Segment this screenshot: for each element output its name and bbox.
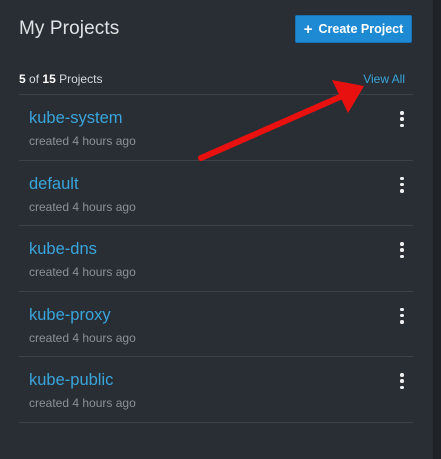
kebab-menu-icon[interactable] (397, 176, 407, 193)
project-created-time: created 4 hours ago (29, 199, 136, 214)
project-name-link[interactable]: kube-system (29, 109, 123, 128)
panel-edge (434, 0, 441, 459)
total-count: 15 (42, 72, 56, 86)
projects-panel: My Projects + Create Project 5 of 15 Pro… (0, 0, 434, 459)
project-created-time: created 4 hours ago (29, 330, 136, 345)
project-created-time: created 4 hours ago (29, 265, 136, 279)
project-row-kube-public: kube-public created 4 hours ago (19, 357, 413, 423)
projects-summary: 5 of 15 Projects (19, 72, 102, 86)
of-text: of (29, 72, 40, 86)
project-name-link[interactable]: kube-public (29, 371, 113, 390)
projects-unit: Projects (59, 72, 103, 86)
project-row-kube-system: kube-system created 4 hours ago (19, 95, 413, 161)
create-project-button[interactable]: + Create Project (295, 15, 412, 43)
project-list: kube-system created 4 hours ago default … (19, 94, 413, 423)
project-name-link[interactable]: kube-dns (29, 240, 97, 259)
kebab-menu-icon[interactable] (397, 111, 407, 127)
project-created-time: created 4 hours ago (29, 396, 136, 410)
project-created-time: created 4 hours ago (29, 134, 136, 148)
shown-count: 5 (19, 72, 26, 86)
view-all-link[interactable]: View All (363, 72, 405, 86)
plus-icon: + (303, 20, 313, 38)
project-row-kube-dns: kube-dns created 4 hours ago (19, 226, 413, 292)
kebab-menu-icon[interactable] (397, 242, 407, 258)
project-row-kube-proxy: kube-proxy created 4 hours ago (19, 292, 413, 357)
page-title: My Projects (19, 18, 120, 39)
project-row-default: default created 4 hours ago (19, 161, 413, 226)
project-name-link[interactable]: default (29, 175, 79, 194)
kebab-menu-icon[interactable] (397, 307, 407, 324)
project-name-link[interactable]: kube-proxy (29, 306, 111, 325)
kebab-menu-icon[interactable] (397, 373, 407, 389)
create-project-label: Create Project (318, 22, 404, 36)
